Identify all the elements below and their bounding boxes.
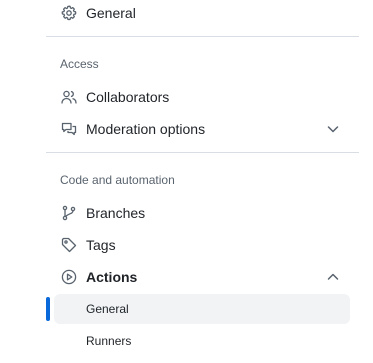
chevron-up-icon[interactable]	[325, 269, 341, 285]
sidebar-subitem-actions-general[interactable]: General	[54, 294, 350, 324]
git-branch-icon	[61, 205, 77, 221]
sidebar-item-moderation-options[interactable]: Moderation options	[46, 114, 359, 144]
section-divider	[46, 152, 359, 153]
chevron-down-icon[interactable]	[325, 121, 341, 137]
sidebar-item-tags[interactable]: Tags	[46, 230, 359, 260]
sidebar-item-collaborators[interactable]: Collaborators	[46, 82, 359, 112]
sidebar-item-label: Tags	[86, 237, 116, 253]
sidebar-item-branches[interactable]: Branches	[46, 198, 359, 228]
sidebar-item-label: Branches	[86, 205, 146, 221]
sidebar-item-label: Actions	[86, 269, 138, 285]
people-icon	[61, 89, 77, 105]
settings-sidebar: General Access Collaborators Moderation …	[46, 0, 359, 363]
gear-icon	[61, 5, 77, 21]
sidebar-item-label: General	[86, 5, 136, 21]
sidebar-subitem-label: Runners	[86, 334, 132, 348]
sidebar-item-label: Collaborators	[86, 89, 170, 105]
comment-discussion-icon	[61, 121, 77, 137]
section-divider	[46, 36, 359, 37]
section-heading-access: Access	[60, 57, 99, 71]
section-heading-code-and-automation: Code and automation	[60, 173, 175, 187]
sidebar-item-general[interactable]: General	[46, 0, 359, 28]
sidebar-item-label: Moderation options	[86, 121, 206, 137]
tag-icon	[61, 237, 77, 253]
play-icon	[61, 269, 77, 285]
active-indicator	[46, 297, 50, 321]
sidebar-item-actions[interactable]: Actions	[46, 262, 359, 292]
sidebar-subitem-actions-runners[interactable]: Runners	[54, 326, 350, 356]
sidebar-subitem-label: General	[86, 302, 129, 316]
